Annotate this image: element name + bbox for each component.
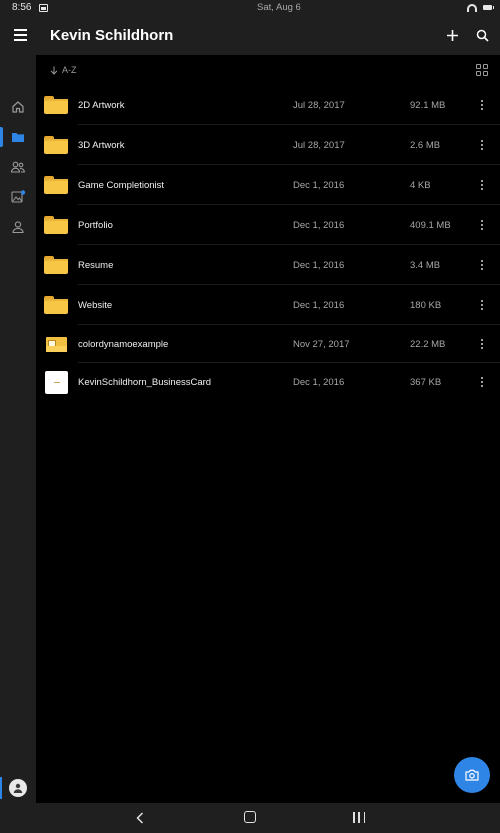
home-button-icon[interactable] [244, 811, 256, 823]
list-item[interactable]: KevinSchildhorn_BusinessCard Dec 1, 2016… [36, 363, 500, 401]
more-options-icon[interactable] [476, 98, 488, 112]
file-size: 180 KB [410, 299, 442, 311]
sidebar-item-home[interactable] [0, 95, 36, 119]
folder-icon [44, 136, 68, 154]
file-date: Jul 28, 2017 [293, 99, 345, 111]
more-options-icon[interactable] [476, 298, 488, 312]
folder-icon [44, 176, 68, 194]
more-options-icon[interactable] [476, 138, 488, 152]
file-name: 2D Artwork [78, 99, 125, 111]
more-options-icon[interactable] [476, 178, 488, 192]
camera-icon [465, 769, 479, 781]
folder-icon [12, 133, 24, 142]
sidebar [0, 55, 36, 803]
file-date: Jul 28, 2017 [293, 139, 345, 151]
folder-icon [44, 296, 68, 314]
file-size: 4 KB [410, 179, 431, 191]
file-date: Dec 1, 2016 [293, 259, 345, 271]
battery-icon [483, 5, 494, 10]
more-options-icon[interactable] [476, 218, 488, 232]
person-icon [12, 221, 24, 234]
file-size: 367 KB [410, 376, 442, 388]
file-size: 2.6 MB [410, 139, 441, 151]
app-bar: Kevin Schildhorn [0, 15, 500, 55]
search-icon[interactable] [474, 27, 490, 43]
status-date: Sat, Aug 6 [257, 2, 301, 13]
arrow-down-icon [50, 66, 58, 75]
file-date: Dec 1, 2016 [293, 376, 345, 388]
sidebar-item-files[interactable] [0, 125, 36, 149]
photos-icon [11, 190, 26, 203]
sort-label: A-Z [62, 65, 77, 75]
more-options-icon[interactable] [476, 258, 488, 272]
avatar-icon [9, 779, 27, 797]
page-title: Kevin Schildhorn [50, 26, 174, 44]
sidebar-item-me[interactable] [0, 215, 36, 239]
sidebar-item-photos[interactable] [0, 185, 36, 209]
file-size: 409.1 MB [410, 219, 451, 231]
account-button[interactable] [0, 775, 36, 801]
image-notification-icon [39, 3, 49, 12]
file-browser: A-Z 2D Artwork Jul 28, 2017 92.1 MB 3D A… [36, 55, 500, 803]
list-item[interactable]: colordynamoexample Nov 27, 2017 22.2 MB [36, 325, 500, 363]
archive-thumbnail-icon [46, 336, 67, 352]
menu-icon[interactable] [0, 15, 40, 55]
list-item[interactable]: Portfolio Dec 1, 2016 409.1 MB [36, 205, 500, 245]
sidebar-item-shared[interactable] [0, 155, 36, 179]
folder-icon [44, 216, 68, 234]
file-date: Nov 27, 2017 [293, 338, 350, 350]
folder-icon [44, 96, 68, 114]
list-item[interactable]: Resume Dec 1, 2016 3.4 MB [36, 245, 500, 285]
file-date: Dec 1, 2016 [293, 179, 345, 191]
list-item[interactable]: 2D Artwork Jul 28, 2017 92.1 MB [36, 85, 500, 125]
file-name: Portfolio [78, 219, 113, 231]
people-icon [10, 161, 25, 173]
file-name: 3D Artwork [78, 139, 125, 151]
status-bar: 8:56 Sat, Aug 6 [0, 0, 500, 15]
file-name: KevinSchildhorn_BusinessCard [78, 376, 212, 388]
status-time: 8:56 [12, 2, 32, 13]
image-thumbnail-icon [45, 370, 68, 394]
list-item[interactable]: Website Dec 1, 2016 180 KB [36, 285, 500, 325]
file-date: Dec 1, 2016 [293, 219, 345, 231]
back-icon[interactable] [134, 811, 146, 825]
file-size: 3.4 MB [410, 259, 441, 271]
recents-icon[interactable] [353, 812, 365, 823]
more-options-icon[interactable] [476, 375, 488, 389]
folder-icon [44, 256, 68, 274]
wifi-icon [467, 3, 477, 12]
camera-button[interactable] [454, 757, 490, 793]
file-size: 92.1 MB [410, 99, 446, 111]
more-options-icon[interactable] [476, 337, 488, 351]
grid-view-icon[interactable] [476, 64, 488, 76]
system-nav-bar [0, 803, 500, 833]
list-item[interactable]: 3D Artwork Jul 28, 2017 2.6 MB [36, 125, 500, 165]
list-item[interactable]: Game Completionist Dec 1, 2016 4 KB [36, 165, 500, 205]
file-size: 22.2 MB [410, 338, 446, 350]
file-name: Website [78, 299, 113, 311]
file-name: colordynamoexample [78, 338, 169, 350]
sort-button[interactable]: A-Z [50, 65, 77, 75]
home-icon [12, 101, 24, 113]
file-name: Resume [78, 259, 114, 271]
file-date: Dec 1, 2016 [293, 299, 345, 311]
sort-bar: A-Z [36, 55, 500, 85]
file-name: Game Completionist [78, 179, 165, 191]
plus-icon[interactable] [444, 27, 460, 43]
